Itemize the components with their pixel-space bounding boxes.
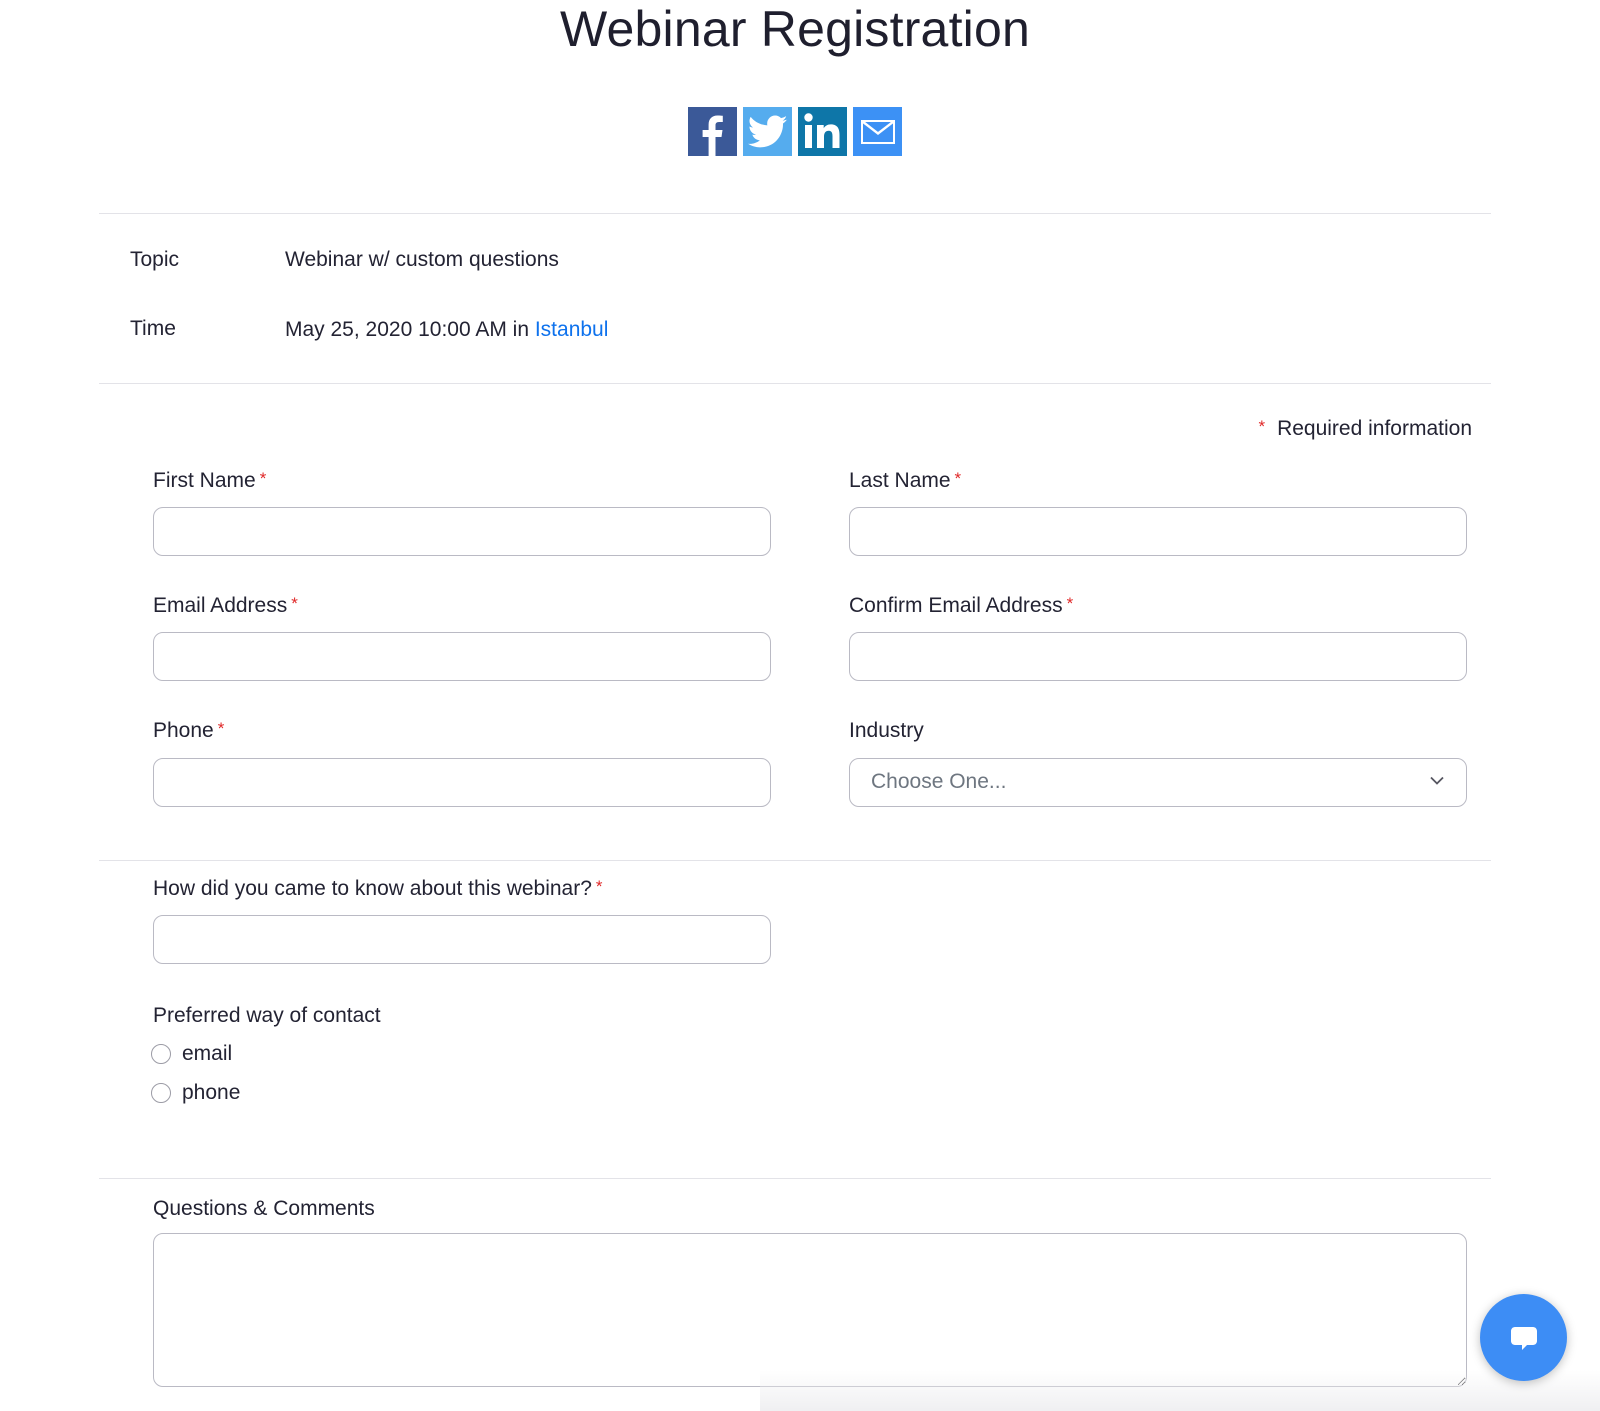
last-name-input[interactable] (849, 507, 1467, 556)
how-heard-input[interactable] (153, 915, 771, 964)
phone-label-text: Phone (153, 719, 214, 742)
mail-icon (860, 119, 895, 144)
chat-bubble-icon (1510, 1326, 1537, 1350)
industry-select[interactable]: Choose One... (849, 758, 1467, 807)
divider-top (99, 213, 1491, 214)
chevron-down-icon (1430, 776, 1444, 785)
topic-label: Topic (130, 248, 180, 271)
first-name-label: First Name * (153, 469, 266, 493)
email-input[interactable] (153, 632, 771, 681)
twitter-icon (747, 115, 787, 147)
time-text: May 25, 2020 10:00 AM in (285, 318, 529, 341)
linkedin-icon (804, 113, 840, 148)
chat-button[interactable] (1480, 1294, 1567, 1381)
last-name-label: Last Name * (849, 469, 961, 493)
email-label: Email Address * (153, 594, 298, 618)
time-label: Time (130, 317, 176, 340)
radio-label: phone (182, 1081, 241, 1104)
radio-option-email[interactable]: email (151, 1042, 232, 1066)
comments-label: Questions & Comments (153, 1197, 375, 1221)
topic-value: Webinar w/ custom questions (285, 248, 559, 271)
required-note-text: Required information (1277, 417, 1472, 440)
required-marker: * (1258, 417, 1266, 436)
required-marker: * (259, 469, 267, 488)
preferred-contact-label-text: Preferred way of contact (153, 1004, 381, 1027)
phone-label: Phone * (153, 719, 224, 743)
radio-button[interactable] (151, 1083, 171, 1103)
comments-textarea[interactable] (153, 1233, 1467, 1387)
share-buttons (688, 107, 902, 156)
confirm-email-input[interactable] (849, 632, 1467, 681)
share-linkedin-button[interactable] (798, 107, 847, 156)
required-marker: * (954, 469, 962, 488)
industry-selected-value: Choose One... (871, 770, 1007, 793)
email-label-text: Email Address (153, 594, 288, 617)
required-marker: * (217, 719, 225, 738)
divider-details (99, 383, 1491, 384)
radio-option-phone[interactable]: phone (151, 1081, 240, 1105)
how-heard-label: How did you came to know about this webi… (153, 877, 603, 901)
required-info-note: * Required information (1258, 417, 1472, 441)
comments-label-text: Questions & Comments (153, 1197, 375, 1220)
radio-button[interactable] (151, 1044, 171, 1064)
first-name-label-text: First Name (153, 469, 256, 492)
confirm-email-label-text: Confirm Email Address (849, 594, 1063, 617)
required-marker: * (1066, 594, 1074, 613)
timezone-link[interactable]: Istanbul (535, 318, 609, 341)
how-heard-label-text: How did you came to know about this webi… (153, 877, 592, 900)
industry-label-text: Industry (849, 719, 924, 742)
share-twitter-button[interactable] (743, 107, 792, 156)
required-marker: * (595, 877, 603, 896)
time-value: May 25, 2020 10:00 AM in Istanbul (285, 318, 608, 342)
radio-label: email (182, 1042, 233, 1065)
first-name-input[interactable] (153, 507, 771, 556)
divider-comments (99, 1178, 1491, 1179)
confirm-email-label: Confirm Email Address * (849, 594, 1073, 618)
preferred-contact-label: Preferred way of contact (153, 1004, 381, 1028)
phone-input[interactable] (153, 758, 771, 807)
share-email-button[interactable] (853, 107, 902, 156)
required-marker: * (291, 594, 298, 613)
divider-custom-questions (99, 860, 1491, 861)
page-title: Webinar Registration (560, 1, 1030, 57)
share-facebook-button[interactable] (688, 107, 737, 156)
industry-label: Industry (849, 719, 924, 743)
last-name-label-text: Last Name (849, 469, 951, 492)
facebook-icon (702, 115, 723, 156)
bottom-shade (760, 1370, 1600, 1411)
